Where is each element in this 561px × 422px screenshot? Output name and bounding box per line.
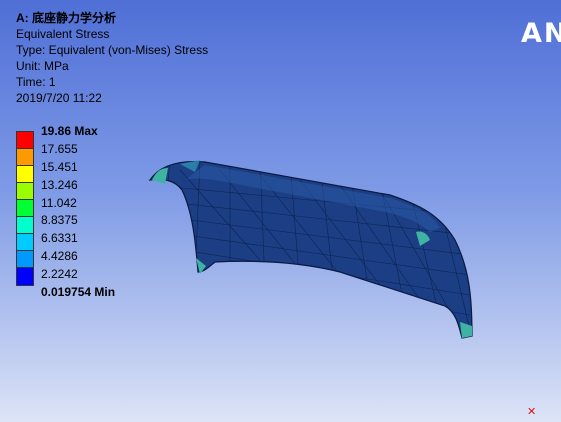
stress-contour-model[interactable]: [0, 0, 561, 422]
coordinate-triad: ✕: [527, 406, 537, 418]
model-body: [148, 160, 473, 339]
stress-hotspot: [152, 168, 168, 184]
